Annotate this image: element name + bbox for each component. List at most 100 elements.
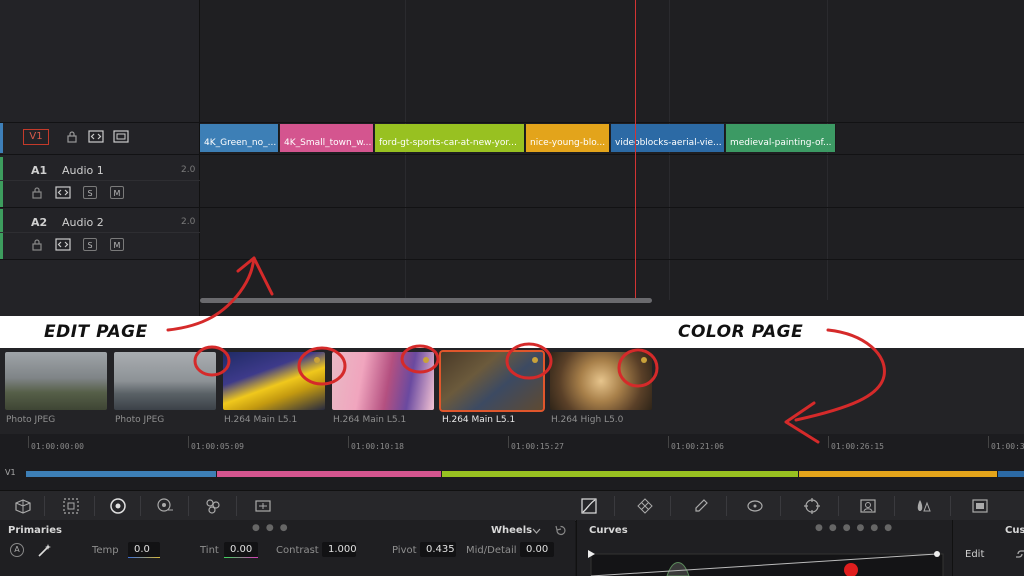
clip-thumbnail[interactable] [223, 352, 325, 410]
curves-panel: Curves ●●●●●● [576, 520, 952, 576]
ruler-tick [508, 436, 509, 448]
mid-detail-field[interactable]: 0.00 [520, 542, 554, 557]
window-icon[interactable] [746, 497, 764, 515]
contrast-label: Contrast [276, 545, 319, 556]
ruler-timecode: 01:00:10:18 [351, 442, 404, 451]
thumbnail-codec-label: H.264 Main L5.1 [442, 415, 516, 425]
mini-clip-segment[interactable] [26, 471, 216, 477]
tracker-icon[interactable] [803, 497, 821, 515]
curve-graph[interactable] [587, 550, 947, 576]
thumbnail-codec-label: Photo JPEG [115, 415, 165, 425]
track-output-icon[interactable] [113, 130, 129, 143]
temp-field[interactable]: 0.0 [128, 542, 160, 557]
clip-thumbnail-selected[interactable] [439, 350, 545, 412]
link-icon[interactable] [1015, 548, 1024, 560]
clip-flag-dot [314, 357, 320, 363]
track-divider [0, 180, 200, 181]
toolbar-separator [670, 496, 671, 516]
playhead[interactable] [635, 0, 636, 300]
reset-icon[interactable] [554, 524, 567, 537]
ruler-timecode: 01:00:26:15 [831, 442, 884, 451]
hdr-wheels-icon[interactable] [156, 497, 174, 515]
timeline-clip[interactable]: medieval-painting-of... [726, 124, 836, 152]
auto-track-select-icon[interactable] [55, 238, 71, 251]
audio-track-1-color-bar [0, 157, 3, 207]
mute-button[interactable]: M [110, 186, 124, 199]
primaries-title: Primaries [8, 525, 62, 536]
track-divider [0, 232, 200, 233]
lock-icon[interactable] [31, 238, 43, 251]
rgb-mixer-icon[interactable] [204, 497, 222, 515]
track-divider [0, 207, 1024, 208]
magic-mask-icon[interactable] [859, 497, 877, 515]
pivot-field[interactable]: 0.435 [420, 542, 456, 557]
solo-button[interactable]: S [83, 238, 97, 251]
tint-field[interactable]: 0.00 [224, 542, 258, 557]
auto-track-select-icon[interactable] [55, 186, 71, 199]
pivot-label: Pivot [392, 545, 417, 556]
ruler-tick [28, 436, 29, 448]
auto-track-select-icon[interactable] [88, 130, 104, 143]
edit-page-annotation: EDIT PAGE [44, 322, 148, 342]
lock-icon[interactable] [66, 130, 78, 143]
timeline-clip[interactable]: nice-young-blo... [526, 124, 610, 152]
clip-thumbnail[interactable] [332, 352, 434, 410]
curves-icon[interactable] [580, 497, 598, 515]
audio-track-1-id: A1 [31, 164, 48, 177]
mute-button[interactable]: M [110, 238, 124, 251]
magic-wand-icon[interactable] [37, 543, 52, 557]
motion-effects-icon[interactable] [254, 497, 272, 515]
toolbar-separator [236, 496, 237, 516]
timeline-track-area[interactable] [200, 0, 1024, 316]
key-icon[interactable] [971, 497, 989, 515]
timeline-clip[interactable]: 4K_Small_town_w... [280, 124, 374, 152]
contrast-field[interactable]: 1.000 [322, 542, 357, 557]
clip-label: 4K_Green_no_... [204, 138, 277, 148]
thumbnail-codec-label: H.264 Main L5.1 [333, 415, 407, 425]
timeline-clip[interactable]: ford-gt-sports-car-at-new-yor... [375, 124, 525, 152]
horizontal-scrollbar[interactable] [200, 298, 652, 303]
edit-label[interactable]: Edit [965, 549, 984, 560]
camera-raw-icon[interactable] [14, 497, 32, 515]
track-divider [0, 259, 1024, 260]
thumbnail-codec-label: H.264 Main L5.1 [224, 415, 298, 425]
mini-clip-segment[interactable] [998, 471, 1024, 477]
color-wheels-icon[interactable] [109, 497, 127, 515]
video-track-id[interactable]: V1 [23, 129, 49, 145]
qualifier-eyedropper-icon[interactable] [692, 497, 710, 515]
audio-track-2-color-bar [0, 209, 3, 259]
ruler-tick [188, 436, 189, 448]
page-dots[interactable]: ●●●●●● [815, 523, 898, 533]
timeline-clip[interactable]: videoblocks-aerial-vie... [611, 124, 725, 152]
color-tools-toolbar [0, 490, 1024, 522]
audio-track-2-name[interactable]: Audio 2 [62, 216, 104, 229]
page-dots[interactable]: ●●● [252, 523, 294, 533]
auto-balance-button[interactable]: A [10, 543, 24, 557]
timeline-clip[interactable]: 4K_Green_no_... [200, 124, 279, 152]
clip-flag-dot [532, 357, 538, 363]
primaries-mode-select[interactable]: Wheels [491, 525, 532, 536]
audio-track-1-name[interactable]: Audio 1 [62, 164, 104, 177]
clip-thumbnail[interactable] [550, 352, 652, 410]
color-match-icon[interactable] [62, 497, 80, 515]
mini-clip-segment[interactable] [442, 471, 798, 477]
mini-clip-segment[interactable] [799, 471, 997, 477]
color-page-annotation: COLOR PAGE [678, 322, 804, 342]
color-warper-icon[interactable] [636, 497, 654, 515]
ruler-timecode: 01:00:21:06 [671, 442, 724, 451]
toolbar-separator [726, 496, 727, 516]
tint-indicator [224, 557, 258, 558]
clip-label: nice-young-blo... [530, 138, 606, 148]
clip-thumbnail[interactable] [5, 352, 107, 410]
chevron-down-icon[interactable] [532, 527, 541, 535]
toolbar-separator [614, 496, 615, 516]
lock-icon[interactable] [31, 186, 43, 199]
clip-thumbnail[interactable] [114, 352, 216, 410]
blur-icon[interactable] [914, 497, 932, 515]
color-page: Photo JPEG Photo JPEG H.264 Main L5.1 H.… [0, 348, 1024, 576]
toolbar-separator [44, 496, 45, 516]
mini-timeline[interactable]: 01:00:00:00 01:00:05:09 01:00:10:18 01:0… [0, 434, 1024, 490]
mini-clip-segment[interactable] [217, 471, 441, 477]
solo-button[interactable]: S [83, 186, 97, 199]
ruler-timecode: 01:00:15:27 [511, 442, 564, 451]
